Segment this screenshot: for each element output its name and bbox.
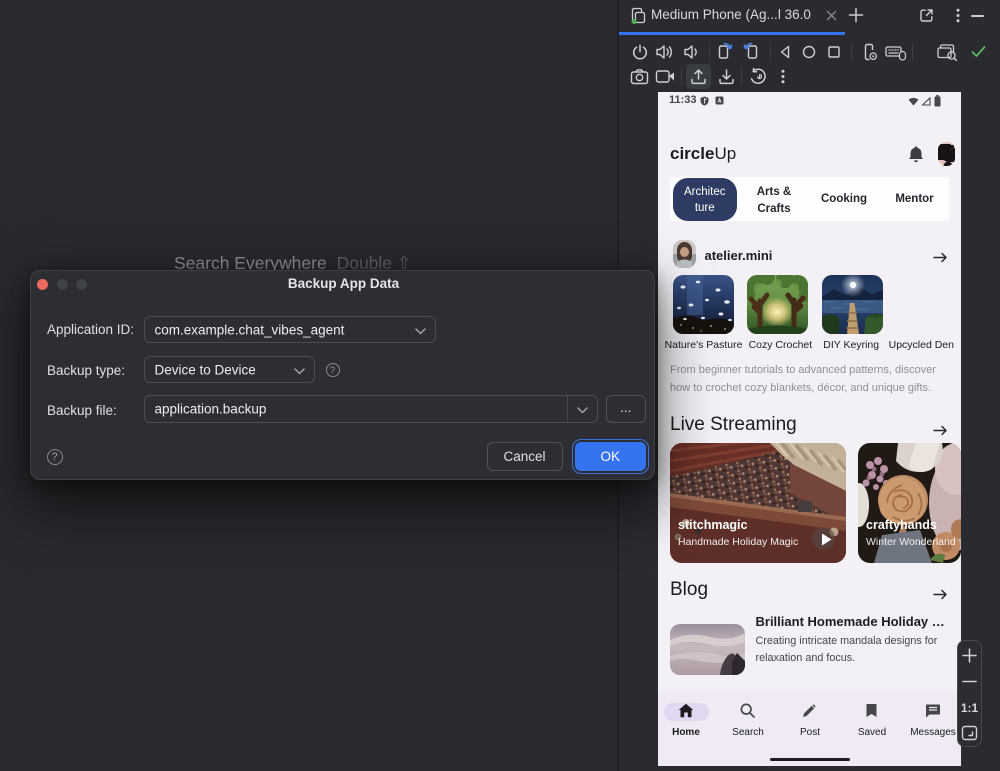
- svg-text:1:1: 1:1: [960, 701, 978, 715]
